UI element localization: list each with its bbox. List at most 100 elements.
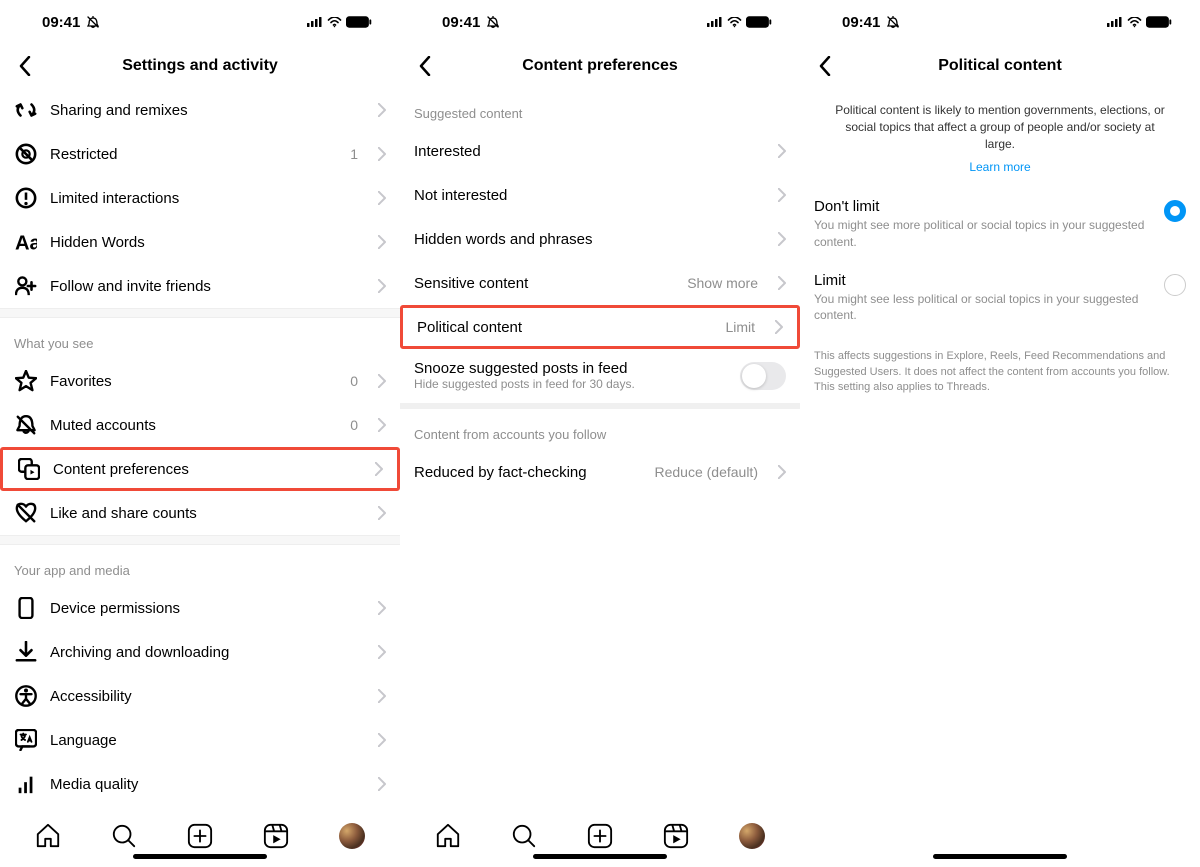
option-limit[interactable]: Limit You might see less political or so… bbox=[800, 262, 1200, 335]
row-limited-interactions[interactable]: Limited interactions bbox=[0, 176, 400, 220]
radio-indicator[interactable] bbox=[1164, 200, 1186, 222]
page-title: Content preferences bbox=[400, 57, 800, 75]
description-text: Political content is likely to mention g… bbox=[800, 88, 1200, 156]
row-interested[interactable]: Interested bbox=[400, 129, 800, 173]
signal-icon bbox=[306, 17, 323, 27]
row-restricted[interactable]: Restricted1 bbox=[0, 132, 400, 176]
row-label: Limited interactions bbox=[50, 190, 358, 207]
learn-more-link[interactable]: Learn more bbox=[800, 156, 1200, 188]
row-follow-and-invite-friends[interactable]: Follow and invite friends bbox=[0, 264, 400, 308]
screen-content-preferences: 09:41 Content preferences Suggested cont… bbox=[400, 0, 800, 867]
signal-icon bbox=[706, 17, 723, 27]
row-political-content[interactable]: Political content Limit bbox=[400, 305, 800, 349]
chevron-right-icon bbox=[778, 144, 786, 158]
row-not-interested[interactable]: Not interested bbox=[400, 173, 800, 217]
screen-political-content: 09:41 Political content Political conten… bbox=[800, 0, 1200, 867]
status-bar: 09:41 bbox=[0, 0, 400, 44]
chevron-right-icon bbox=[778, 232, 786, 246]
row-label: Sensitive content bbox=[414, 275, 675, 292]
content-icon bbox=[17, 457, 41, 481]
wifi-icon bbox=[327, 17, 342, 28]
wifi-icon bbox=[1127, 17, 1142, 28]
footer-note: This affects suggestions in Explore, Ree… bbox=[800, 335, 1200, 409]
tab-profile[interactable] bbox=[338, 822, 366, 850]
chevron-right-icon bbox=[778, 465, 786, 479]
row-label: Political content bbox=[417, 319, 713, 336]
row-reduced-by-fact-checking[interactable]: Reduced by fact-checkingReduce (default) bbox=[400, 450, 800, 494]
chevron-right-icon bbox=[378, 235, 386, 249]
nav-bar: Settings and activity bbox=[0, 44, 400, 88]
row-value: Show more bbox=[687, 275, 758, 291]
row-value: 0 bbox=[350, 373, 358, 389]
content-prefs-list: Suggested content InterestedNot interest… bbox=[400, 88, 800, 811]
row-value: Limit bbox=[725, 319, 755, 335]
device-icon bbox=[14, 596, 38, 620]
row-label: Muted accounts bbox=[50, 417, 338, 434]
section-your-app-and-media: Your app and media bbox=[0, 545, 400, 586]
tab-search[interactable] bbox=[110, 822, 138, 850]
screen-settings: 09:41 Settings and activity Sharing and … bbox=[0, 0, 400, 867]
row-hidden-words-and-phrases[interactable]: Hidden words and phrases bbox=[400, 217, 800, 261]
option-title: Don't limit bbox=[814, 198, 1152, 215]
mute-icon bbox=[886, 16, 900, 28]
row-favorites[interactable]: Favorites0 bbox=[0, 359, 400, 403]
page-title: Political content bbox=[800, 57, 1200, 75]
media-icon bbox=[14, 772, 38, 796]
row-content-preferences[interactable]: Content preferences bbox=[0, 447, 400, 491]
row-label: Interested bbox=[414, 143, 758, 160]
tab-search[interactable] bbox=[510, 822, 538, 850]
row-media-quality[interactable]: Media quality bbox=[0, 762, 400, 806]
battery-icon bbox=[1146, 16, 1172, 28]
tab-profile[interactable] bbox=[738, 822, 766, 850]
accessibility-icon bbox=[14, 684, 38, 708]
row-label: Follow and invite friends bbox=[50, 278, 358, 295]
row-accessibility[interactable]: Accessibility bbox=[0, 674, 400, 718]
row-label: Archiving and downloading bbox=[50, 644, 358, 661]
row-hidden-words[interactable]: Hidden Words bbox=[0, 220, 400, 264]
tab-home[interactable] bbox=[434, 822, 462, 850]
chevron-right-icon bbox=[378, 733, 386, 747]
option-description: You might see less political or social t… bbox=[814, 291, 1152, 323]
back-button[interactable] bbox=[410, 51, 440, 81]
row-language[interactable]: Language bbox=[0, 718, 400, 762]
snooze-label: Snooze suggested posts in feed bbox=[414, 360, 728, 377]
chevron-right-icon bbox=[775, 320, 783, 334]
row-label: Sharing and remixes bbox=[50, 102, 358, 119]
row-sensitive-content[interactable]: Sensitive content Show more bbox=[400, 261, 800, 305]
chevron-right-icon bbox=[378, 645, 386, 659]
chevron-right-icon bbox=[778, 276, 786, 290]
home-indicator[interactable] bbox=[933, 854, 1067, 859]
row-label: Accessibility bbox=[50, 688, 358, 705]
tab-reels[interactable] bbox=[662, 822, 690, 850]
radio-indicator[interactable] bbox=[1164, 274, 1186, 296]
tab-reels[interactable] bbox=[262, 822, 290, 850]
row-muted-accounts[interactable]: Muted accounts0 bbox=[0, 403, 400, 447]
toggle-snooze[interactable] bbox=[740, 362, 786, 390]
download-icon bbox=[14, 640, 38, 664]
tab-new-post[interactable] bbox=[186, 822, 214, 850]
chevron-right-icon bbox=[378, 601, 386, 615]
wifi-icon bbox=[727, 17, 742, 28]
home-indicator[interactable] bbox=[133, 854, 267, 859]
row-label: Reduced by fact-checking bbox=[414, 464, 642, 481]
row-device-permissions[interactable]: Device permissions bbox=[0, 586, 400, 630]
row-label: Hidden words and phrases bbox=[414, 231, 758, 248]
row-snooze-suggested[interactable]: Snooze suggested posts in feed Hide sugg… bbox=[400, 349, 800, 403]
row-value: 1 bbox=[350, 146, 358, 162]
tab-home[interactable] bbox=[34, 822, 62, 850]
language-icon bbox=[14, 728, 38, 752]
row-archiving-and-downloading[interactable]: Archiving and downloading bbox=[0, 630, 400, 674]
tab-new-post[interactable] bbox=[586, 822, 614, 850]
chevron-right-icon bbox=[378, 689, 386, 703]
bell-off-icon bbox=[14, 413, 38, 437]
row-label: Device permissions bbox=[50, 600, 358, 617]
back-button[interactable] bbox=[810, 51, 840, 81]
clock: 09:41 bbox=[42, 14, 80, 31]
row-sharing-and-remixes[interactable]: Sharing and remixes bbox=[0, 88, 400, 132]
option-description: You might see more political or social t… bbox=[814, 217, 1152, 249]
back-button[interactable] bbox=[10, 51, 40, 81]
option-don-t-limit[interactable]: Don't limit You might see more political… bbox=[800, 188, 1200, 261]
home-indicator[interactable] bbox=[533, 854, 667, 859]
mute-icon bbox=[86, 16, 100, 28]
row-like-and-share-counts[interactable]: Like and share counts bbox=[0, 491, 400, 535]
